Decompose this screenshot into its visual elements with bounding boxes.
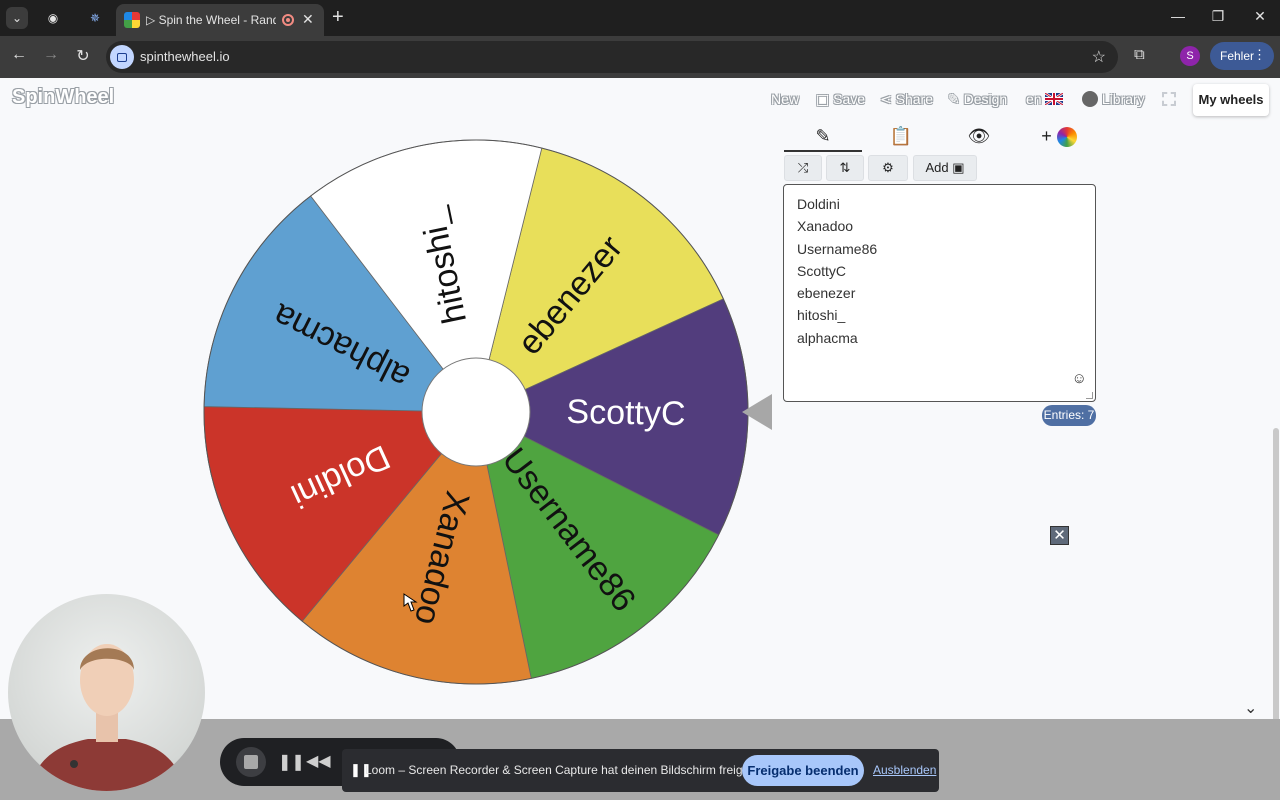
page-scrollbar[interactable] <box>1272 78 1280 794</box>
plus-icon: + <box>1041 126 1052 146</box>
settings-icon: ⚙ <box>882 160 894 175</box>
shuffle-icon: ⤮ <box>797 160 809 175</box>
entry-item[interactable]: ScottyC <box>797 260 1082 282</box>
tab-add-color[interactable]: + <box>1020 122 1098 152</box>
webcam-bubble[interactable] <box>8 594 205 791</box>
entries-count-badge: Entries: 7 <box>1042 405 1096 426</box>
share-message: Loom – Screen Recorder & Screen Capture … <box>365 763 786 777</box>
entry-item[interactable]: Doldini <box>797 193 1082 215</box>
emoji-icon[interactable]: ☺ <box>1072 370 1087 387</box>
entries-textarea[interactable]: Doldini Xanadoo Username86 ScottyC ebene… <box>783 184 1096 402</box>
chevron-down-icon[interactable]: ⌄ <box>1244 698 1257 718</box>
close-ad-icon[interactable]: ✕ <box>1050 526 1069 545</box>
entry-item[interactable]: hitoshi_ <box>797 304 1082 326</box>
image-icon: ▣ <box>952 160 965 175</box>
tab-hidden[interactable]: 👁 <box>940 122 1018 152</box>
tab-edit[interactable]: ✎ <box>784 122 862 152</box>
add-image-label: Add <box>925 160 949 175</box>
resize-handle[interactable] <box>1086 392 1093 399</box>
entry-item[interactable]: Xanadoo <box>797 215 1082 237</box>
panel-tabs: ✎ 📋 👁 + <box>784 122 1098 152</box>
loom-pause-icon[interactable]: ❚❚ <box>278 752 305 772</box>
sort-button[interactable]: ⇅ <box>826 155 864 181</box>
presenter-video-icon <box>28 644 186 791</box>
wheel-segment-label: ScottyC <box>566 393 686 433</box>
add-image-button[interactable]: Add ▣ <box>913 155 977 181</box>
entry-item[interactable]: ebenezer <box>797 282 1082 304</box>
wheel-pointer <box>742 394 772 430</box>
sort-icon: ⇅ <box>839 160 851 175</box>
stop-sharing-button[interactable]: Freigabe beenden <box>742 755 864 786</box>
entry-item[interactable]: Username86 <box>797 238 1082 260</box>
color-wheel-icon <box>1056 127 1077 148</box>
shuffle-button[interactable]: ⤮ <box>784 155 822 181</box>
loom-rewind-icon[interactable]: ◀◀ <box>306 751 331 771</box>
settings-button[interactable]: ⚙ <box>868 155 908 181</box>
clipboard-icon: 📋 <box>889 126 913 146</box>
tab-results[interactable]: 📋 <box>862 122 940 152</box>
hide-bar-link[interactable]: Ausblenden <box>873 763 936 777</box>
entry-item[interactable]: alphacma <box>797 327 1082 349</box>
eye-off-icon: 👁 <box>967 126 991 146</box>
loom-stop-button[interactable] <box>236 747 266 777</box>
edit-icon: ✎ <box>815 126 831 146</box>
wheel-center-hub[interactable] <box>421 357 531 467</box>
screen-share-bar: ❚❚ Loom – Screen Recorder & Screen Captu… <box>342 749 939 792</box>
